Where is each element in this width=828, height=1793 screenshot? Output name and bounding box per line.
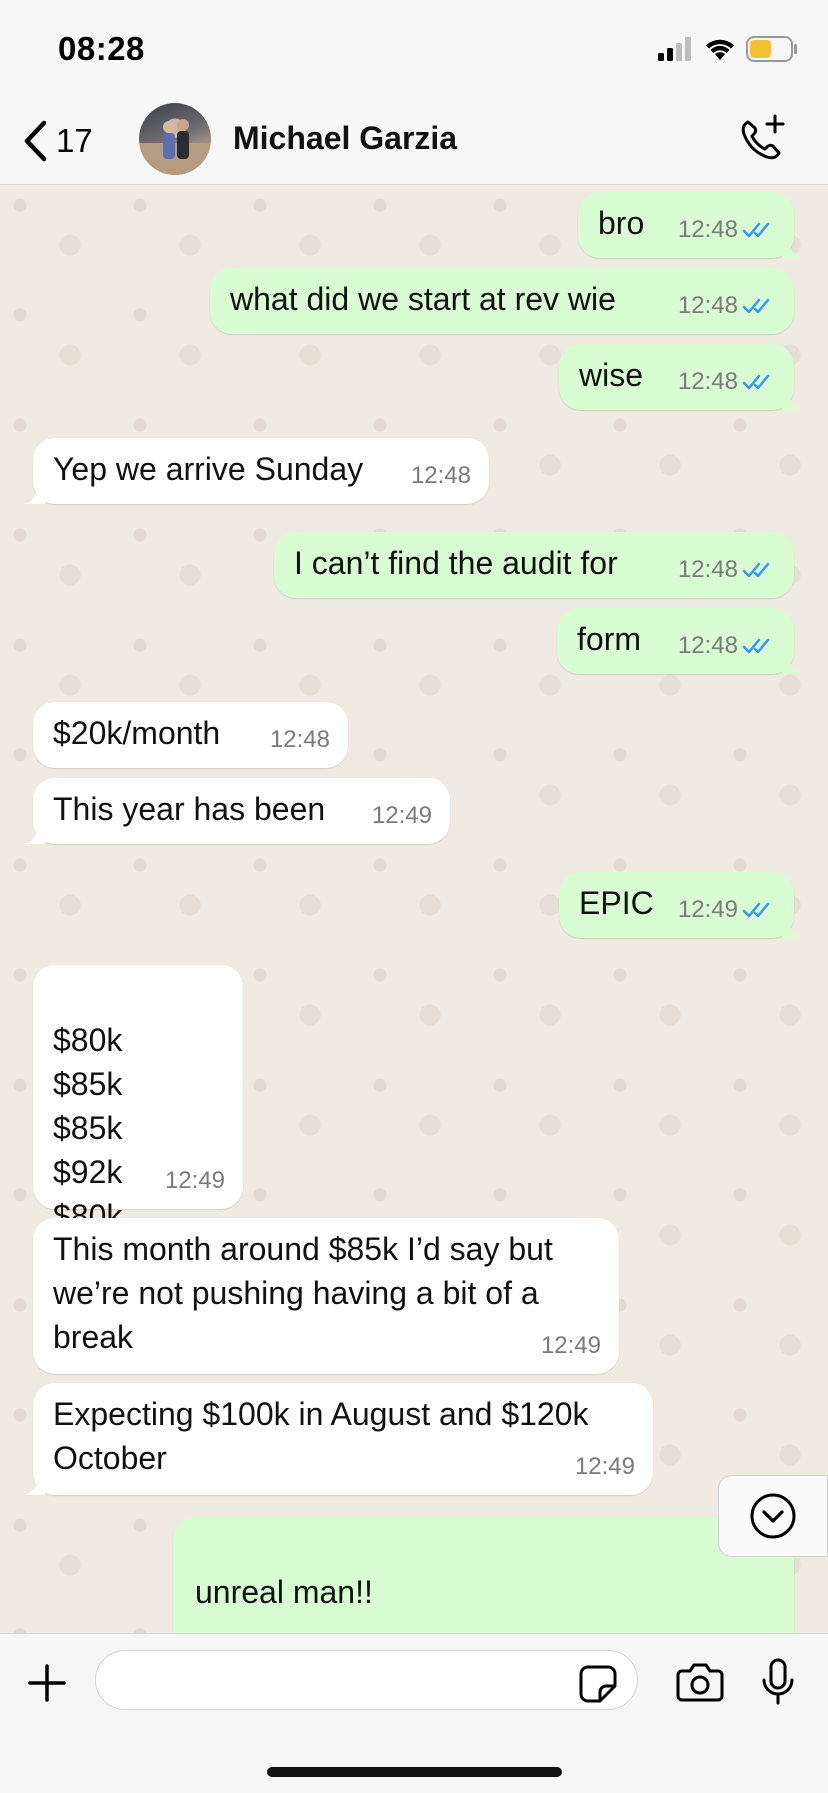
bubble-tail: [782, 238, 802, 258]
message-text: bro: [598, 205, 645, 241]
message-time: 12:49: [371, 802, 432, 829]
message-time: 12:48: [677, 216, 738, 243]
bubble-tail: [25, 484, 45, 504]
chevron-down-circle-icon: [750, 1493, 796, 1539]
message-text: unreal man!! yeah super good being consi…: [195, 1574, 373, 1610]
avatar-photo: [139, 119, 211, 175]
message-incoming[interactable]: This year has been 12:49: [25, 778, 450, 844]
message-time: 12:49: [677, 896, 738, 923]
message-time: 12:48: [677, 632, 738, 659]
message-text: Expecting $100k in August and $120k Octo…: [53, 1396, 589, 1476]
status-bar: 08:28: [0, 0, 828, 98]
message-text: wise: [579, 357, 644, 393]
message-text: $80k $85k $85k $92k $80k: [53, 1022, 123, 1234]
message-time: 12:48: [677, 556, 738, 583]
bubble-tail: [782, 390, 802, 410]
contact-name[interactable]: Michael Garzia: [233, 120, 457, 157]
message-text: what did we start at rev wie: [230, 281, 616, 317]
signal-icon: [658, 37, 691, 61]
message-incoming[interactable]: Expecting $100k in August and $120k Octo…: [25, 1383, 653, 1495]
message-incoming[interactable]: This month around $85k I’d say but we’re…: [33, 1218, 619, 1374]
message-time: 12:48: [677, 368, 738, 395]
bubble-tail: [25, 824, 45, 844]
message-time: 12:48: [410, 462, 471, 489]
message-incoming[interactable]: $20k/month 12:48: [33, 702, 348, 768]
message-list[interactable]: bro 12:48 what did we start at rev wie 1…: [0, 185, 828, 1633]
scroll-to-bottom-button[interactable]: [718, 1475, 828, 1557]
message-time: 12:49: [540, 1332, 601, 1359]
message-outgoing[interactable]: I can’t find the audit for 12:48: [274, 532, 794, 598]
message-meta: 12:48: [678, 548, 776, 592]
home-indicator: [267, 1767, 562, 1777]
message-text: form: [577, 621, 641, 657]
read-ticks-icon: [742, 374, 770, 390]
status-icons: [658, 36, 798, 62]
unread-count: 17: [56, 122, 93, 159]
composer-bar: [0, 1633, 828, 1793]
bubble-tail: [782, 918, 802, 938]
bubble-tail: [25, 1475, 45, 1495]
message-incoming[interactable]: Yep we arrive Sunday 12:48: [25, 438, 489, 504]
message-meta: 12:49: [575, 1445, 635, 1489]
message-outgoing[interactable]: EPIC 12:49: [559, 872, 802, 938]
message-text: Yep we arrive Sunday: [53, 451, 364, 487]
message-meta: 12:49: [372, 794, 432, 838]
message-text: EPIC: [579, 885, 654, 921]
bubble-tail: [782, 654, 802, 674]
message-meta: 12:49: [678, 888, 776, 932]
status-time: 08:28: [58, 30, 145, 67]
back-button[interactable]: 17: [22, 120, 93, 162]
message-outgoing[interactable]: wise 12:48: [559, 344, 802, 410]
read-ticks-icon: [742, 298, 770, 314]
read-ticks-icon: [742, 638, 770, 654]
message-meta: 12:48: [678, 284, 776, 328]
message-text: I can’t find the audit for: [294, 545, 618, 581]
avatar[interactable]: [139, 103, 211, 175]
message-time: 12:48: [269, 726, 330, 753]
message-meta: 12:48: [678, 624, 776, 668]
message-meta: 12:48: [411, 454, 471, 498]
battery-icon: [746, 36, 797, 62]
message-meta: 12:48: [678, 208, 776, 252]
chat-header: 17 Michael Garzia: [0, 98, 828, 185]
message-input[interactable]: [95, 1650, 638, 1710]
plus-icon[interactable]: [26, 1662, 68, 1704]
message-meta: 12:48: [678, 360, 776, 404]
message-meta: 12:48: [270, 718, 330, 762]
read-ticks-icon: [742, 222, 770, 238]
message-incoming[interactable]: $80k $85k $85k $92k $80k 12:49: [33, 965, 243, 1234]
message-text: This month around $85k I’d say but we’re…: [53, 1231, 553, 1355]
read-ticks-icon: [742, 562, 770, 578]
read-ticks-icon: [742, 902, 770, 918]
message-meta: 12:49: [165, 1159, 225, 1203]
message-meta: 12:49: [541, 1324, 601, 1368]
message-text: This year has been: [53, 791, 326, 827]
message-outgoing[interactable]: unreal man!! yeah super good being consi…: [173, 1517, 794, 1633]
message-outgoing[interactable]: bro 12:48: [578, 192, 802, 258]
message-time: 12:49: [164, 1167, 225, 1194]
sticker-icon[interactable]: [578, 1664, 618, 1704]
message-outgoing[interactable]: form 12:48: [557, 608, 802, 674]
phone-plus-icon[interactable]: [736, 112, 788, 164]
microphone-icon[interactable]: [760, 1658, 796, 1706]
message-outgoing[interactable]: what did we start at rev wie 12:48: [210, 268, 794, 334]
chevron-left-icon: [24, 120, 47, 162]
wifi-icon: [706, 39, 734, 60]
message-time: 12:48: [677, 292, 738, 319]
camera-icon[interactable]: [676, 1662, 724, 1702]
message-text: $20k/month: [53, 715, 221, 751]
message-time: 12:49: [574, 1453, 635, 1480]
